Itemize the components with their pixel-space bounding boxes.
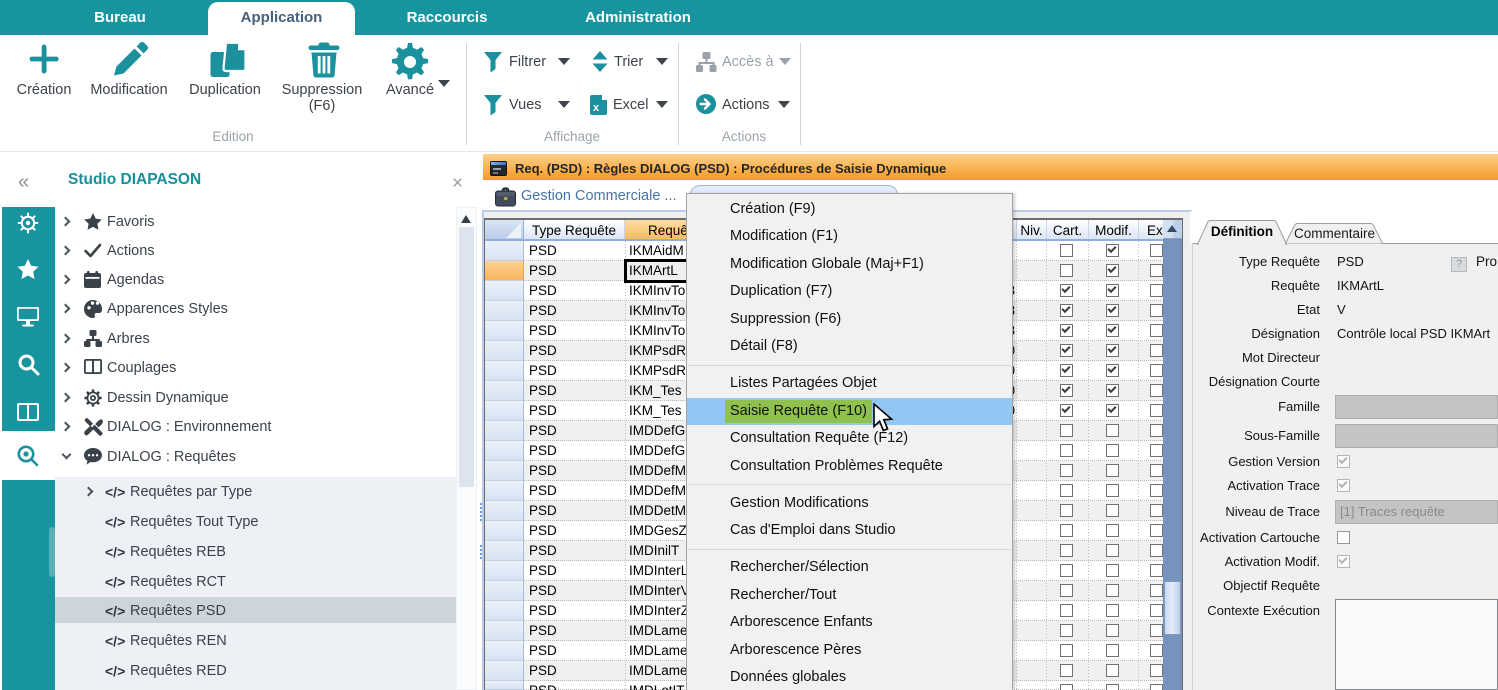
svg-text:x: x (593, 102, 600, 114)
